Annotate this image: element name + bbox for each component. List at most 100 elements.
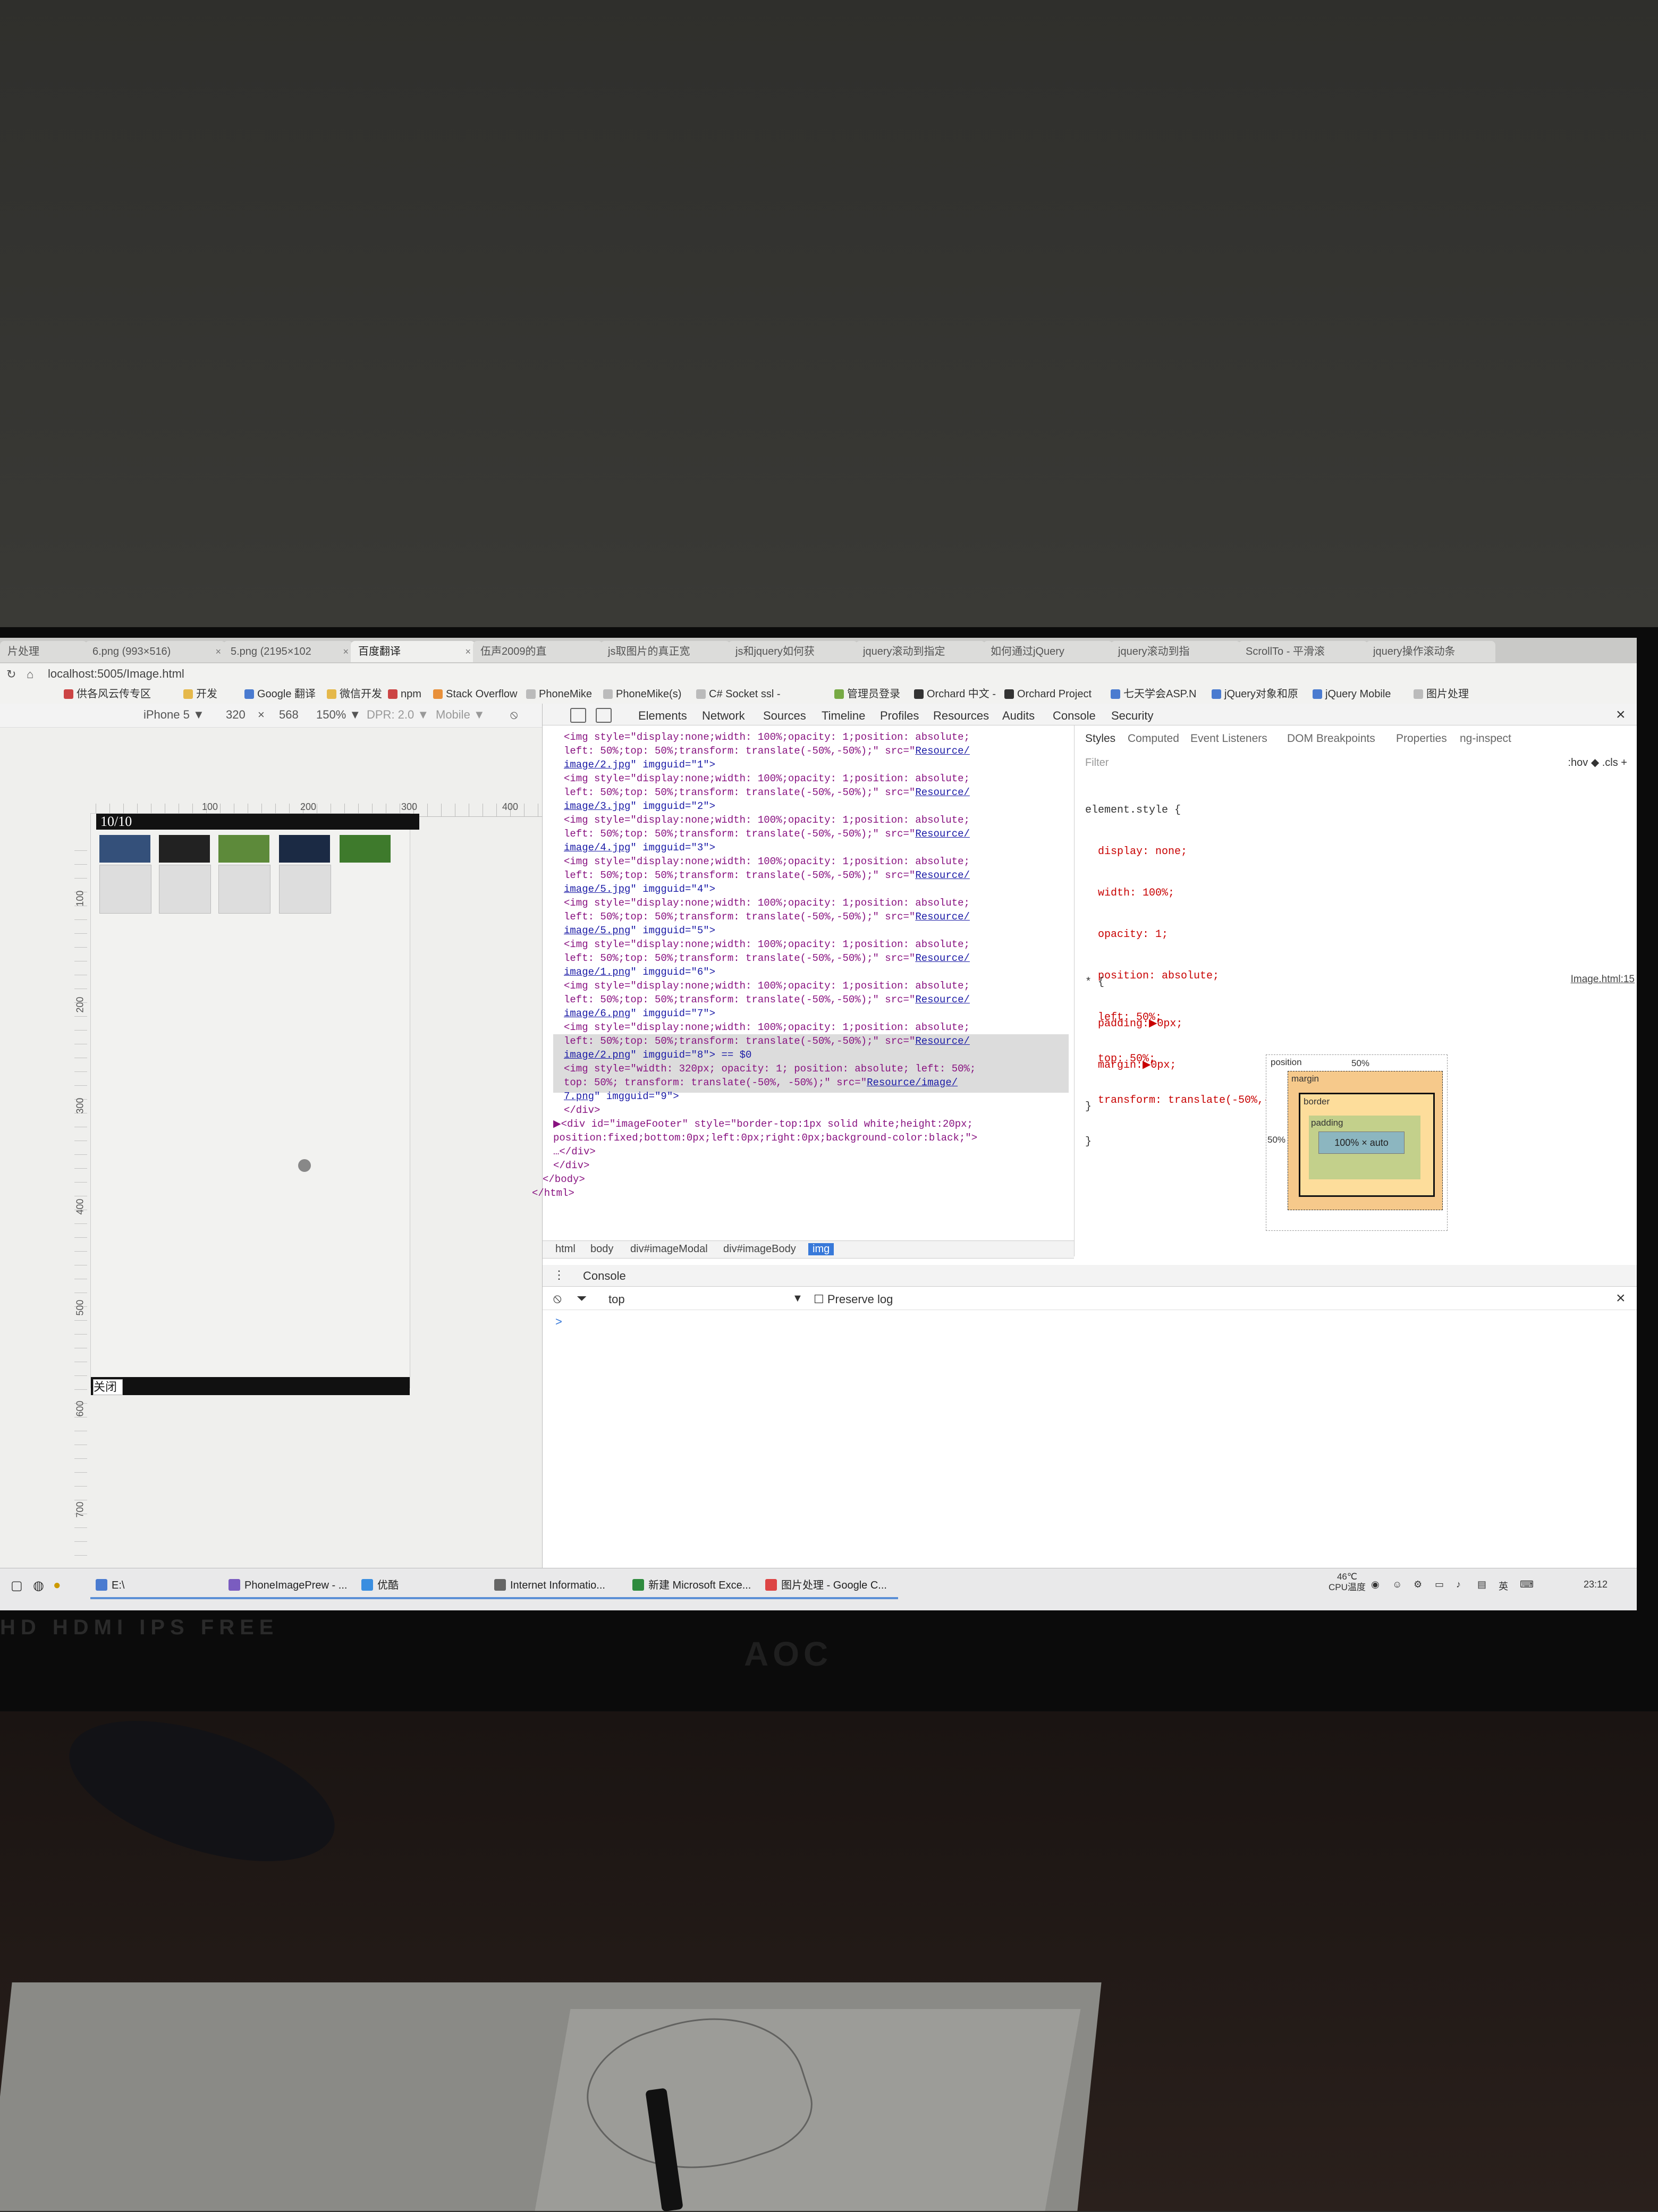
tab-styles[interactable]: Styles — [1085, 732, 1115, 745]
tab-audits[interactable]: Audits — [1002, 709, 1035, 723]
filter-icon[interactable]: ⏷ — [577, 1291, 587, 1306]
bookmark-item[interactable]: 七天学会ASP.N — [1111, 687, 1196, 702]
filter-input[interactable]: Filter — [1085, 757, 1109, 769]
bookmark-item[interactable]: PhoneMike(s) — [603, 687, 681, 702]
close-icon[interactable]: × — [1616, 706, 1626, 724]
close-button[interactable]: 关闭 — [93, 1379, 123, 1395]
thumbnail[interactable] — [340, 835, 391, 863]
dpr-select[interactable]: DPR: 2.0 ▼ — [367, 708, 429, 722]
tab-sources[interactable]: Sources — [763, 709, 806, 723]
close-icon[interactable]: × — [1616, 1289, 1626, 1307]
code-line[interactable]: ▶<div id="imageFooter" style="border-top… — [553, 1117, 973, 1131]
taskbar-item[interactable]: 图片处理 - Google C... — [760, 1574, 898, 1599]
bookmark-item[interactable]: 开发 — [183, 687, 217, 702]
code-line[interactable]: …</div> — [553, 1145, 596, 1159]
inspect-icon[interactable] — [570, 708, 586, 723]
tab-properties[interactable]: Properties — [1396, 732, 1447, 745]
reload-icon[interactable]: ↻ — [6, 668, 16, 681]
bookmark-item[interactable]: jQuery Mobile — [1313, 687, 1391, 702]
code-line[interactable]: left: 50%;top: 50%;transform: translate(… — [564, 910, 970, 924]
tab-ng-inspect[interactable]: ng-inspect — [1460, 732, 1511, 745]
taskbar-item[interactable]: Internet Informatio... — [489, 1574, 627, 1599]
code-line[interactable]: image/4.jpg" imgguid="3"> — [564, 841, 715, 855]
close-icon[interactable]: × — [343, 641, 349, 662]
bookmark-item[interactable]: jQuery对象和原 — [1212, 687, 1298, 702]
bookmark-item[interactable]: npm — [388, 687, 421, 702]
bookmark-item[interactable]: PhoneMike — [526, 687, 592, 702]
keyboard-icon[interactable]: ⌨ — [1520, 1579, 1534, 1590]
bookmark-item[interactable]: 管理员登录 — [834, 687, 900, 702]
browser-tab[interactable]: 伍声2009的直 — [473, 641, 603, 662]
code-line[interactable]: image/2.jpg" imgguid="1"> — [564, 758, 715, 772]
tab-security[interactable]: Security — [1111, 709, 1153, 723]
ime-icon[interactable]: 英 — [1499, 1579, 1508, 1593]
drawer-menu-icon[interactable]: ⋮ — [553, 1268, 565, 1282]
code-line[interactable]: </body> — [543, 1172, 585, 1186]
browser-tab[interactable]: jquery滚动到指 — [1111, 641, 1240, 662]
console-prompt[interactable]: > — [555, 1315, 562, 1329]
code-line[interactable]: left: 50%;top: 50%;transform: translate(… — [564, 1034, 970, 1048]
bookmark-item[interactable]: Orchard 中文 - — [914, 687, 996, 702]
browser-tab[interactable]: 5.png (2195×102 × — [223, 641, 353, 662]
device-select[interactable]: iPhone 5 ▼ — [143, 708, 205, 722]
context-select[interactable]: top — [608, 1293, 625, 1306]
tab-network[interactable]: Network — [702, 709, 745, 723]
tab-console[interactable]: Console — [1053, 709, 1096, 723]
code-line[interactable]: image/2.png" imgguid="8"> == $0 — [564, 1048, 751, 1062]
taskbar-item[interactable]: PhoneImagePrew - ... — [223, 1574, 356, 1599]
thumbnail[interactable] — [279, 835, 330, 863]
bookmark-item[interactable]: 微信开发 — [327, 687, 382, 702]
code-line[interactable]: image/5.png" imgguid="5"> — [564, 924, 715, 938]
breadcrumb-item[interactable]: div#imageModal — [630, 1243, 708, 1255]
code-line[interactable]: </div> — [553, 1159, 589, 1172]
bookmark-item[interactable]: 图片处理 — [1414, 687, 1469, 702]
thumbnail[interactable] — [218, 865, 270, 914]
clear-console-icon[interactable]: ⦸ — [553, 1291, 562, 1306]
mode-select[interactable]: Mobile ▼ — [436, 708, 485, 722]
browser-tab[interactable]: ScrollTo - 平滑滚 — [1238, 641, 1368, 662]
code-line[interactable]: image/1.png" imgguid="6"> — [564, 965, 715, 979]
browser-tab[interactable]: 片处理 — [0, 641, 87, 662]
browser-tab[interactable]: 6.png (993×516) × — [85, 641, 225, 662]
url-field[interactable]: localhost:5005/Image.html — [48, 666, 1536, 681]
browser-tab[interactable]: js和jquery如何获 — [728, 641, 858, 662]
code-line[interactable]: <img style="display:none;width: 100%;opa… — [564, 938, 970, 951]
tab-resources[interactable]: Resources — [933, 709, 989, 723]
code-line[interactable]: <img style="display:none;width: 100%;opa… — [564, 813, 970, 827]
browser-tab[interactable]: jquery滚动到指定 — [856, 641, 985, 662]
tab-elements[interactable]: Elements — [638, 709, 687, 723]
bookmark-item[interactable]: C# Socket ssl - — [696, 687, 780, 702]
tab-dom-breakpoints[interactable]: DOM Breakpoints — [1287, 732, 1375, 745]
zoom-select[interactable]: 150% ▼ — [316, 708, 361, 722]
taskbar-item[interactable]: 新建 Microsoft Exce... — [627, 1574, 765, 1599]
code-line[interactable]: left: 50%;top: 50%;transform: translate(… — [564, 868, 970, 882]
app-icon[interactable]: ◍ — [33, 1578, 44, 1593]
breadcrumb-item[interactable]: div#imageBody — [723, 1243, 796, 1255]
code-line[interactable]: <img style="width: 320px; opacity: 1; po… — [564, 1062, 976, 1076]
taskview-icon[interactable]: ▢ — [11, 1578, 23, 1593]
device-mode-icon[interactable] — [596, 708, 612, 723]
thumbnail[interactable] — [159, 835, 210, 863]
home-icon[interactable]: ⌂ — [27, 668, 33, 681]
rotate-icon[interactable]: ⦸ — [510, 708, 518, 722]
code-line[interactable]: <img style="display:none;width: 100%;opa… — [564, 979, 970, 993]
code-line[interactable]: <img style="display:none;width: 100%;opa… — [564, 772, 970, 786]
style-toolbar[interactable]: :hov ◆ .cls + — [1568, 756, 1627, 769]
breadcrumb-item[interactable]: html — [555, 1243, 576, 1255]
close-icon[interactable]: × — [465, 641, 471, 662]
code-line[interactable]: left: 50%;top: 50%;transform: translate(… — [564, 951, 970, 965]
thumbnail[interactable] — [99, 865, 151, 914]
tab-computed[interactable]: Computed — [1128, 732, 1179, 745]
code-line[interactable]: left: 50%;top: 50%;transform: translate(… — [564, 827, 970, 841]
bookmark-item[interactable]: Stack Overflow — [433, 687, 517, 702]
tab-console-drawer[interactable]: Console — [583, 1269, 626, 1283]
rule-source-link[interactable]: Image.html:15 — [1571, 974, 1635, 985]
taskbar-item[interactable]: 优酷 — [356, 1574, 489, 1599]
notification-icon[interactable]: ▤ — [1477, 1579, 1486, 1590]
width-input[interactable]: 320 — [226, 708, 246, 722]
tray-icon[interactable]: ⚙ — [1414, 1579, 1422, 1590]
code-line[interactable]: left: 50%;top: 50%;transform: translate(… — [564, 993, 970, 1007]
code-line[interactable]: </div> — [564, 1103, 600, 1117]
code-line[interactable]: <img style="display:none;width: 100%;opa… — [564, 1020, 970, 1034]
tab-profiles[interactable]: Profiles — [880, 709, 919, 723]
